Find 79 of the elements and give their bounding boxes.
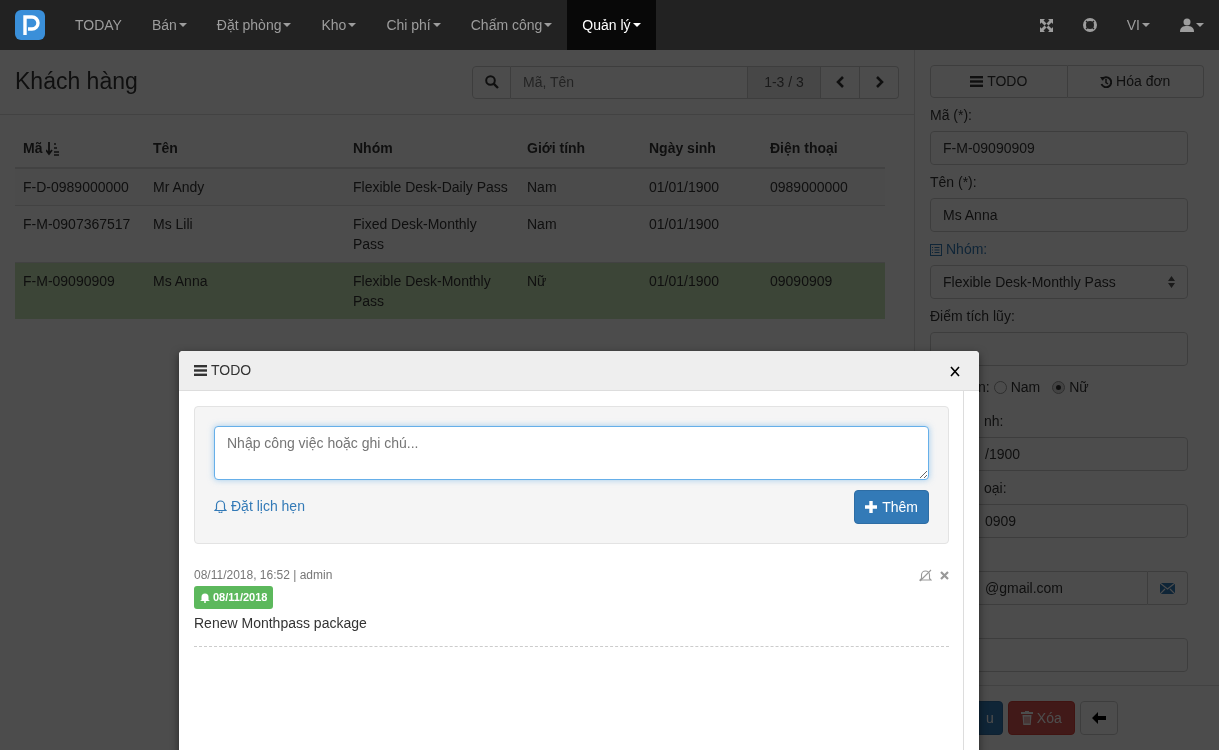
table-cell: 01/01/1900	[649, 179, 720, 195]
nav-menu-item[interactable]: Chi phí	[371, 0, 456, 50]
page-title: Khách hàng	[15, 68, 138, 96]
column-header[interactable]: Điện thoại	[770, 140, 838, 156]
todo-input[interactable]: Nhập công việc hoặc ghi chú...	[214, 426, 929, 480]
invoice-history-button[interactable]: Hóa đơn	[1067, 65, 1204, 98]
chevron-left-icon	[835, 76, 845, 88]
plus-icon	[865, 501, 878, 513]
radio-button[interactable]	[1052, 380, 1066, 394]
column-header[interactable]: Mã	[23, 140, 43, 156]
table-cell: Ms Lili	[153, 216, 193, 232]
user-icon	[1180, 18, 1194, 32]
column-header[interactable]: Nhóm	[353, 140, 393, 156]
fullscreen-icon	[1039, 18, 1053, 32]
field-label: Điểm tích lũy:	[930, 308, 1015, 324]
todo-button[interactable]: TODO	[930, 65, 1068, 98]
add-button[interactable]: Thêm	[854, 490, 929, 524]
trash-icon	[1020, 711, 1033, 725]
table-cell: 01/01/1900	[649, 216, 720, 232]
sort-icon	[46, 142, 60, 157]
table-cell: Mr Andy	[153, 179, 205, 195]
select-arrows-icon	[1168, 276, 1175, 288]
table-cell: Nam	[527, 179, 557, 195]
language-menu[interactable]: VI	[1111, 0, 1165, 50]
table-cell: 0989000000	[770, 179, 848, 195]
send-email-button[interactable]	[1148, 571, 1188, 605]
group-select[interactable]: Flexible Desk-Monthly Pass	[930, 265, 1188, 299]
nav-menu-item[interactable]: Quản lý	[567, 0, 656, 50]
nav-menu-item[interactable]: TODAY	[60, 0, 137, 50]
column-header[interactable]: Giới tính	[527, 140, 586, 156]
table-cell: Nam	[527, 216, 557, 232]
todo-meta: 08/11/2018, 16:52 | admin	[194, 567, 333, 584]
field-label: Tên (*):	[930, 174, 977, 190]
dialog-title: TODO	[194, 360, 252, 381]
list-icon	[930, 243, 942, 256]
bell-icon	[214, 499, 227, 513]
column-header[interactable]: Tên	[153, 140, 178, 156]
field-label: oại:	[984, 480, 1007, 496]
bell-slash-icon	[919, 568, 932, 582]
search-icon	[484, 75, 499, 89]
chevron-right-icon	[874, 76, 884, 88]
previous-page-button[interactable]	[821, 65, 860, 99]
history-icon	[1100, 75, 1113, 88]
nav-menu-item[interactable]: Đặt phòng	[201, 0, 307, 50]
list-icon	[970, 76, 984, 87]
reminder-badge: 08/11/2018	[194, 586, 274, 609]
text-field[interactable]	[930, 332, 1188, 366]
radio-option[interactable]: Nữ	[1052, 376, 1089, 398]
radio-option[interactable]: Nam	[993, 376, 1041, 398]
set-reminder-link[interactable]: Đặt lịch hẹn	[214, 496, 305, 516]
nav-menu-item[interactable]: Chấm công	[455, 0, 568, 50]
text-field[interactable]: Ms Anna	[930, 198, 1188, 232]
field-label: Mã (*):	[930, 107, 972, 123]
mute-reminder-button[interactable]	[919, 568, 932, 582]
back-button[interactable]	[1079, 701, 1118, 735]
table-cell: Flexible Desk-Daily Pass	[353, 179, 508, 195]
nav-menu-item[interactable]: Bán	[136, 0, 202, 50]
bell-icon	[200, 591, 210, 603]
arrow-left-icon	[1091, 712, 1106, 724]
next-page-button[interactable]	[860, 65, 899, 99]
table-cell: F-M-0907367517	[23, 216, 131, 232]
logo-icon[interactable]	[15, 10, 45, 40]
field-label: Nhóm:	[930, 240, 988, 259]
delete-todo-button[interactable]	[940, 570, 949, 580]
text-field[interactable]: F-M-09090909	[930, 131, 1188, 165]
field-label: n:	[978, 377, 990, 397]
close-icon	[950, 365, 960, 377]
search-button[interactable]	[472, 65, 511, 99]
nav-menu-item[interactable]: Kho	[306, 0, 372, 50]
todo-text: Renew Monthpass package	[194, 613, 368, 633]
radio-button[interactable]	[993, 380, 1007, 394]
table-cell: F-D-0989000000	[23, 179, 129, 195]
column-header[interactable]: Ngày sinh	[649, 140, 716, 156]
envelope-icon	[1160, 582, 1175, 594]
close-icon	[940, 570, 949, 580]
lifebuoy-icon	[1082, 18, 1097, 32]
table-cell: Fixed Desk-Monthly Pass	[353, 216, 477, 252]
list-icon	[194, 365, 207, 376]
field-label: nh:	[984, 413, 1004, 429]
